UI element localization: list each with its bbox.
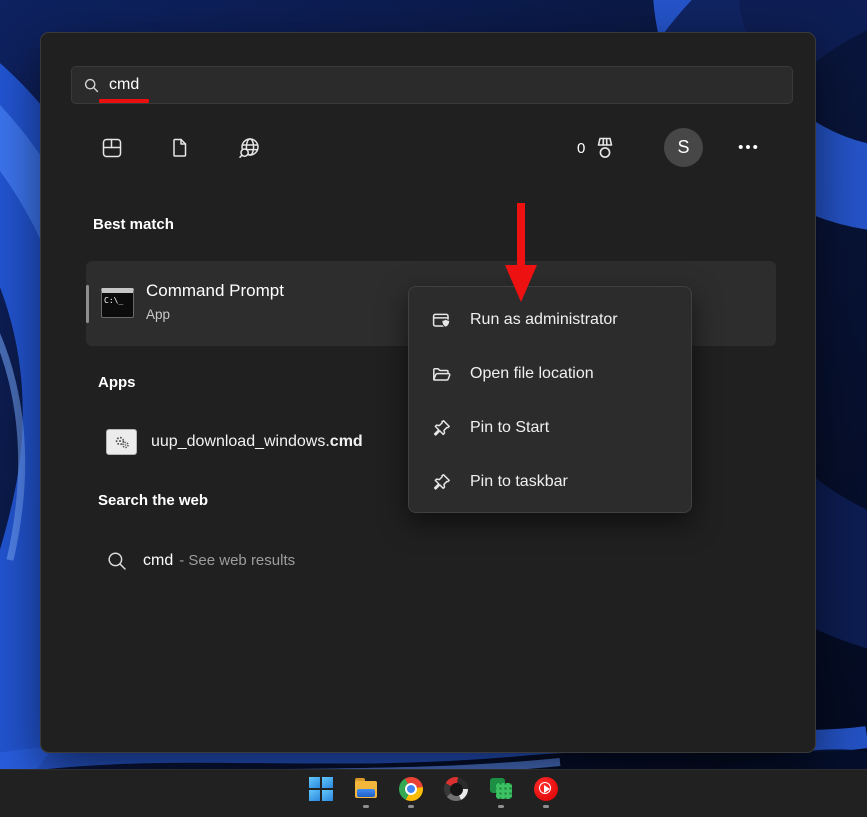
taskbar-chat-app[interactable] xyxy=(489,777,513,808)
annotation-underline xyxy=(99,99,149,103)
result-title: Command Prompt xyxy=(146,281,284,301)
folder-open-icon xyxy=(431,364,452,385)
more-options-button[interactable]: ••• xyxy=(727,128,771,167)
taskbar-file-explorer[interactable] xyxy=(354,777,378,808)
taskbar xyxy=(0,769,867,817)
taskbar-lens-app[interactable] xyxy=(444,777,468,808)
result-subtitle: App xyxy=(146,307,170,322)
pin-icon xyxy=(431,418,452,439)
taskbar-start-button[interactable] xyxy=(309,777,333,808)
rewards-medal-icon xyxy=(592,135,618,162)
batch-file-icon xyxy=(106,429,137,455)
document-icon xyxy=(168,136,192,160)
best-match-heading: Best match xyxy=(93,216,174,233)
camera-lens-icon xyxy=(444,777,468,801)
file-explorer-icon xyxy=(354,777,378,801)
command-prompt-icon: C:\_ xyxy=(101,288,134,318)
apps-heading: Apps xyxy=(98,374,136,391)
youtube-music-icon xyxy=(534,777,558,801)
menu-item-open-file-location[interactable]: Open file location xyxy=(409,347,691,401)
app-result-uup-script[interactable]: uup_download_windows.cmd xyxy=(106,426,363,458)
search-icon xyxy=(84,78,99,93)
running-indicator xyxy=(543,805,549,808)
rewards-button[interactable]: 0 xyxy=(577,133,618,163)
running-indicator xyxy=(498,805,504,808)
app-result-name: uup_download_windows.cmd xyxy=(151,433,363,451)
apps-grid-icon xyxy=(100,136,124,160)
run-as-admin-icon xyxy=(431,310,452,331)
avatar-initial: S xyxy=(677,137,689,158)
menu-item-pin-to-taskbar[interactable]: Pin to taskbar xyxy=(409,455,691,509)
filter-web-button[interactable] xyxy=(235,134,263,162)
menu-item-run-as-administrator[interactable]: Run as administrator xyxy=(409,293,691,347)
running-indicator xyxy=(363,805,369,808)
ellipsis-icon: ••• xyxy=(738,139,760,156)
magnifier-icon xyxy=(107,551,127,571)
rewards-count: 0 xyxy=(577,140,585,157)
globe-search-icon xyxy=(237,136,262,161)
search-input[interactable]: cmd xyxy=(71,66,793,104)
menu-item-pin-to-start[interactable]: Pin to Start xyxy=(409,401,691,455)
search-query-text: cmd xyxy=(109,76,139,94)
search-the-web-heading: Search the web xyxy=(98,492,208,509)
chat-bubbles-icon xyxy=(489,777,513,801)
taskbar-chrome[interactable] xyxy=(399,777,423,808)
web-search-result[interactable]: cmd- See web results xyxy=(107,548,295,574)
account-avatar[interactable]: S xyxy=(664,128,703,167)
filter-documents-button[interactable] xyxy=(166,134,194,162)
chrome-icon xyxy=(399,777,423,801)
filter-apps-button[interactable] xyxy=(98,134,126,162)
running-indicator xyxy=(408,805,414,808)
selection-indicator xyxy=(86,285,89,323)
taskbar-youtube-music[interactable] xyxy=(534,777,558,808)
windows-logo-icon xyxy=(309,777,333,801)
web-result-text: cmd- See web results xyxy=(143,552,295,570)
pin-icon xyxy=(431,472,452,493)
context-menu: Run as administrator Open file location … xyxy=(408,286,692,513)
